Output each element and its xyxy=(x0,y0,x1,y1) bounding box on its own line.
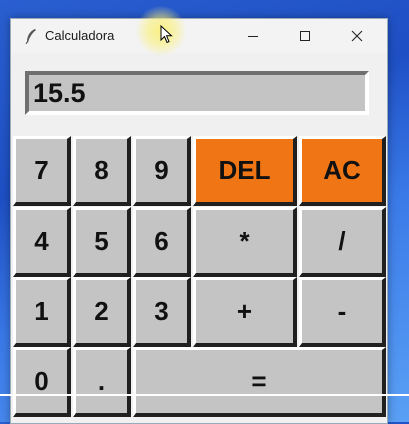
minimize-icon xyxy=(248,36,258,37)
mouse-cursor-icon xyxy=(160,25,173,44)
key-7[interactable]: 7 xyxy=(13,136,71,206)
delete-button[interactable]: DEL xyxy=(193,136,297,206)
decimal-point-button[interactable]: . xyxy=(73,347,131,417)
key-2[interactable]: 2 xyxy=(73,277,131,347)
key-6[interactable]: 6 xyxy=(133,207,191,277)
overlay-line xyxy=(0,394,409,396)
calculator-window: Calculadora 15.5 7 8 9 DEL AC 4 5 6 * / … xyxy=(10,18,388,424)
maximize-button[interactable] xyxy=(279,19,331,53)
equals-button[interactable]: = xyxy=(133,347,386,417)
window-title: Calculadora xyxy=(45,28,115,43)
close-icon xyxy=(351,30,363,42)
multiply-button[interactable]: * xyxy=(193,207,297,277)
key-3[interactable]: 3 xyxy=(133,277,191,347)
minimize-button[interactable] xyxy=(227,19,279,53)
title-bar[interactable]: Calculadora xyxy=(11,19,387,53)
key-0[interactable]: 0 xyxy=(13,347,71,417)
add-button[interactable]: + xyxy=(193,277,297,347)
key-5[interactable]: 5 xyxy=(73,207,131,277)
key-9[interactable]: 9 xyxy=(133,136,191,206)
feather-icon xyxy=(25,29,36,44)
calculator-display: 15.5 xyxy=(25,71,369,115)
key-1[interactable]: 1 xyxy=(13,277,71,347)
subtract-button[interactable]: - xyxy=(299,277,386,347)
key-8[interactable]: 8 xyxy=(73,136,131,206)
close-button[interactable] xyxy=(331,19,383,53)
all-clear-button[interactable]: AC xyxy=(299,136,386,206)
maximize-icon xyxy=(300,31,310,41)
divide-button[interactable]: / xyxy=(299,207,386,277)
key-4[interactable]: 4 xyxy=(13,207,71,277)
